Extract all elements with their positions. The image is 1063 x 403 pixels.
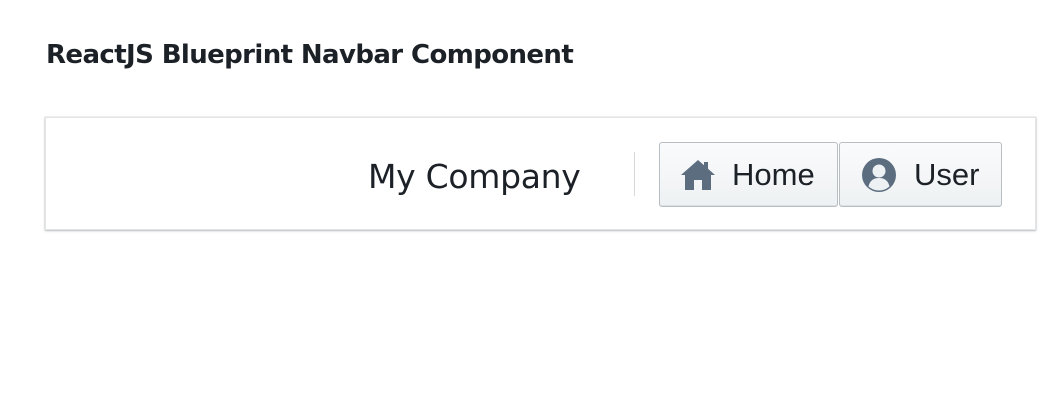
navbar-brand: My Company	[368, 157, 581, 196]
user-icon	[861, 157, 897, 193]
navbar-divider	[634, 152, 635, 196]
page-title: ReactJS Blueprint Navbar Component	[46, 40, 574, 70]
user-button-label: User	[914, 156, 980, 192]
home-icon	[680, 157, 716, 193]
home-button[interactable]: Home	[659, 142, 838, 207]
home-button-label: Home	[732, 156, 815, 192]
navbar: My Company Home User	[45, 117, 1036, 230]
user-button[interactable]: User	[839, 142, 1002, 207]
